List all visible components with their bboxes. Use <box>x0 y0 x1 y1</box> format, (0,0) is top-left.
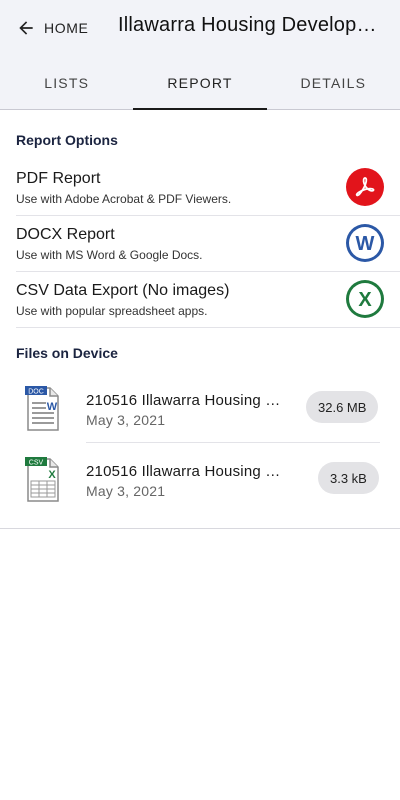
tab-details[interactable]: DETAILS <box>267 56 400 109</box>
option-desc: Use with Adobe Acrobat & PDF Viewers. <box>16 192 232 206</box>
file-type-letter: X <box>48 469 56 481</box>
report-options-heading: Report Options <box>16 132 118 148</box>
file-name: 210516 Illawarra Housing Development Rep… <box>86 392 286 409</box>
file-date: May 3, 2021 <box>86 412 166 428</box>
docx-report-option[interactable]: DOCX Report Use with MS Word & Google Do… <box>0 216 400 272</box>
file-size-badge: 3.3 kB <box>318 462 379 494</box>
list-end-divider <box>0 528 400 529</box>
option-desc: Use with MS Word & Google Docs. <box>16 248 203 262</box>
svg-text:W: W <box>356 233 375 255</box>
csv-export-option[interactable]: CSV Data Export (No images) Use with pop… <box>0 272 400 328</box>
csv-file-icon: CSV X <box>25 457 59 502</box>
back-label: HOME <box>44 20 89 36</box>
option-name: DOCX Report <box>16 226 115 243</box>
excel-icon: X <box>346 280 384 318</box>
file-list-item[interactable]: CSV X 210516 Illawarra Housing Developme… <box>0 443 400 513</box>
arrow-left-icon <box>19 21 33 35</box>
page-title: Illawarra Housing Development <box>118 14 382 36</box>
option-desc: Use with popular spreadsheet apps. <box>16 304 208 318</box>
option-name: CSV Data Export (No images) <box>16 282 230 299</box>
word-icon: W <box>346 224 384 262</box>
pdf-report-option[interactable]: PDF Report Use with Adobe Acrobat & PDF … <box>0 160 400 216</box>
tab-report[interactable]: REPORT <box>133 56 267 110</box>
files-on-device-heading: Files on Device <box>16 345 118 361</box>
file-date: May 3, 2021 <box>86 483 166 499</box>
option-name: PDF Report <box>16 170 101 187</box>
file-list-item[interactable]: DOC W 210516 Illawarra Housing Developme… <box>0 372 400 442</box>
file-type-label: DOC <box>28 389 44 396</box>
svg-text:X: X <box>358 289 372 311</box>
doc-file-icon: DOC W <box>25 386 59 431</box>
top-bar: HOME Illawarra Housing Development <box>0 0 400 56</box>
file-type-letter: W <box>47 401 58 413</box>
divider <box>16 327 400 328</box>
file-size-badge: 32.6 MB <box>306 391 379 423</box>
app-header: HOME Illawarra Housing Development LISTS… <box>0 0 400 110</box>
tab-bar: LISTS REPORT DETAILS <box>0 56 400 110</box>
file-name: 210516 Illawarra Housing Development Dat… <box>86 463 286 480</box>
back-button[interactable]: HOME <box>16 16 88 40</box>
pdf-icon <box>346 168 384 206</box>
file-type-label: CSV <box>29 460 44 467</box>
tab-lists[interactable]: LISTS <box>0 56 133 109</box>
